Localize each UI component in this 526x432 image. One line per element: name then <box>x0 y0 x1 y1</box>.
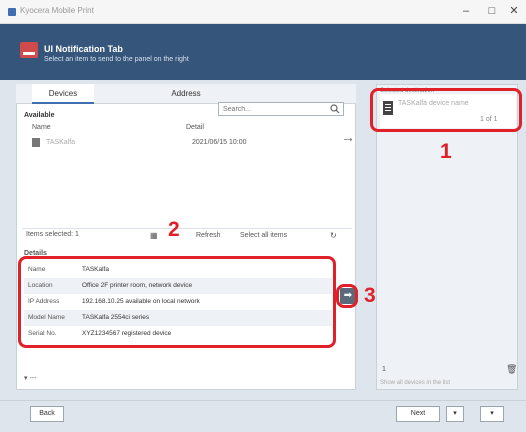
column-header-name[interactable]: Name <box>32 124 51 131</box>
right-panel-count: 1 <box>382 366 386 373</box>
refresh-icon[interactable]: ↻ <box>330 231 337 240</box>
search-box[interactable] <box>218 102 344 116</box>
add-arrow-icon[interactable]: → <box>338 130 358 144</box>
delete-icon[interactable]: 🗑 <box>506 364 517 375</box>
selected-count: Items selected: 1 <box>26 231 79 238</box>
tab-address[interactable]: Address <box>156 84 216 104</box>
window-title: Kyocera Mobile Print <box>20 7 94 15</box>
highlight-box-3 <box>336 284 358 308</box>
row-name: TASKalfa <box>46 139 76 146</box>
select-all-label[interactable]: Select all items <box>240 232 287 239</box>
row-detail: 2021/06/15 10:00 <box>192 139 247 146</box>
app-icon <box>8 8 16 16</box>
view-all-link[interactable]: ▾ --- <box>24 374 36 382</box>
header-subtitle: Select an item to send to the panel on t… <box>44 56 189 63</box>
close-button[interactable]: ✕ <box>500 2 526 20</box>
grid-icon[interactable]: ▦ <box>150 231 158 240</box>
callout-3: 3 <box>364 284 376 307</box>
search-icon[interactable] <box>330 104 340 114</box>
callout-1: 1 <box>440 140 452 163</box>
header-title: UI Notification Tab <box>44 44 123 54</box>
list-heading: Available <box>24 112 55 119</box>
minimize-button[interactable]: – <box>452 2 480 20</box>
highlight-box-1 <box>370 88 522 132</box>
next-button[interactable]: Next <box>396 406 440 422</box>
options-button[interactable]: ▾ <box>480 406 504 422</box>
device-icon <box>32 138 40 147</box>
right-panel-footer[interactable]: Show all devices in the list <box>380 380 450 386</box>
column-header-detail[interactable]: Detail <box>186 124 204 131</box>
highlight-box-2 <box>18 256 336 348</box>
tab-devices[interactable]: Devices <box>32 84 94 104</box>
callout-2: 2 <box>168 218 180 241</box>
back-button[interactable]: Back <box>30 406 64 422</box>
next-menu-button[interactable]: ▾ <box>446 406 464 422</box>
search-input[interactable] <box>219 103 343 115</box>
refresh-label[interactable]: Refresh <box>196 232 221 239</box>
brand-logo-icon <box>20 42 38 58</box>
